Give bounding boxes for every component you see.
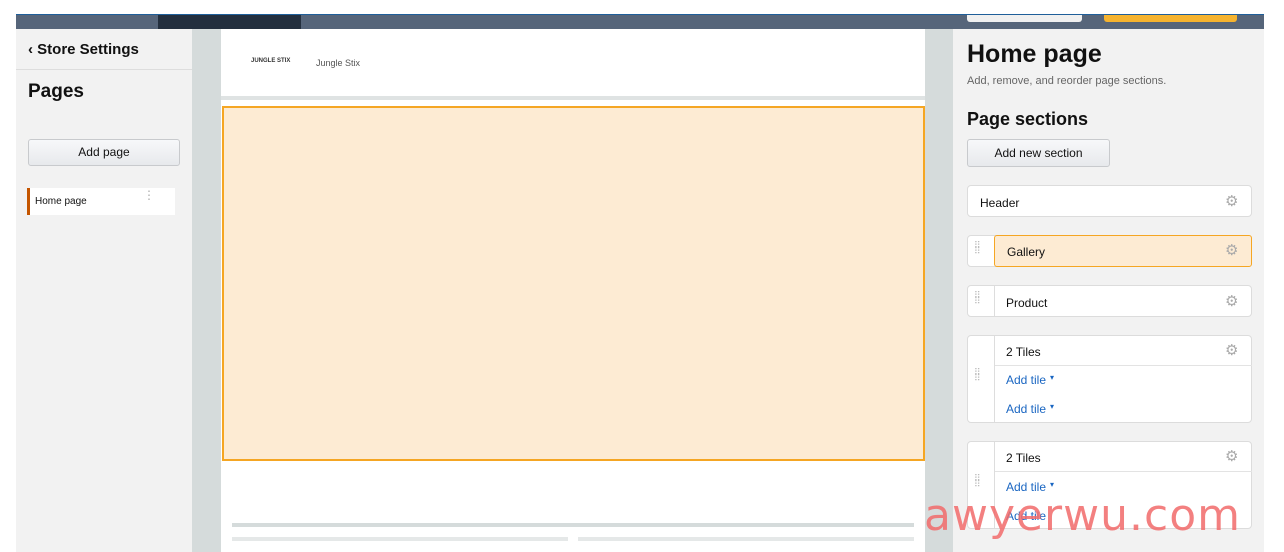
store-preview-canvas: JUNGLE STIX Jungle Stix <box>221 29 925 552</box>
divider <box>221 96 925 100</box>
section-label: 2 Tiles <box>1006 345 1041 359</box>
gear-icon[interactable]: ⚙ <box>1225 292 1238 310</box>
section-label: 2 Tiles <box>1006 451 1041 465</box>
drag-handle-icon[interactable]: ⠿ ⠿ <box>974 368 982 383</box>
publish-button[interactable] <box>1104 15 1237 22</box>
gear-icon[interactable]: ⚙ <box>1225 341 1238 359</box>
chevron-down-icon: ▾ <box>1050 480 1055 489</box>
section-2-tiles[interactable]: ⠿ ⠿ 2 Tiles ⚙ Add tile ▾ Add tile ▾ <box>967 335 1252 423</box>
page-sections-heading: Page sections <box>967 109 1089 129</box>
brand-name: Jungle Stix <box>316 58 361 68</box>
section-label: Header <box>980 196 1020 210</box>
chevron-down-icon: ▾ <box>1050 373 1055 382</box>
add-page-button[interactable]: Add page <box>28 139 180 166</box>
gallery-section-preview[interactable] <box>222 106 925 461</box>
pages-heading: Pages <box>28 81 84 102</box>
page-sections-panel: Home page Add, remove, and reorder page … <box>953 29 1264 552</box>
section-gallery[interactable]: ⠿ ⠿ Gallery ⚙ <box>967 235 1252 267</box>
section-label: Product <box>1006 296 1048 310</box>
divider <box>232 523 914 527</box>
top-nav-select[interactable] <box>967 15 1082 22</box>
add-tile-dropdown[interactable]: Add tile <box>1006 373 1046 387</box>
page-item-home[interactable]: Home page ⋮ <box>27 188 175 215</box>
gear-icon[interactable]: ⚙ <box>1225 192 1238 210</box>
drag-handle-icon[interactable]: ⠿ ⠿ <box>974 291 982 306</box>
section-label: Gallery <box>1007 245 1046 259</box>
drag-handle-icon[interactable]: ⠿ ⠿ <box>974 474 982 489</box>
pages-sidebar: ‹ Store Settings Pages Add page Home pag… <box>16 29 192 552</box>
brand-logo: JUNGLE STIX <box>251 58 291 64</box>
top-nav-active-tab[interactable] <box>158 15 301 30</box>
tile-preview[interactable] <box>232 537 568 541</box>
add-tile-dropdown[interactable]: Add tile <box>1006 402 1046 416</box>
watermark: awyerwu.com <box>924 490 1241 541</box>
section-product[interactable]: ⠿ ⠿ Product ⚙ <box>967 285 1252 317</box>
chevron-down-icon: ▾ <box>1050 402 1055 411</box>
add-new-section-button[interactable]: Add new section <box>967 139 1110 167</box>
gear-icon[interactable]: ⚙ <box>1225 447 1238 465</box>
more-options-icon[interactable]: ⋮ <box>143 189 155 201</box>
canvas-gutter <box>192 29 221 552</box>
tile-preview[interactable] <box>578 537 914 541</box>
panel-title: Home page <box>967 40 1102 68</box>
gear-icon[interactable]: ⚙ <box>1225 241 1238 259</box>
page-item-label: Home page <box>35 196 87 207</box>
back-to-store-settings[interactable]: ‹ Store Settings <box>28 41 139 58</box>
divider <box>16 69 192 70</box>
drag-handle-icon[interactable]: ⠿ ⠿ <box>974 241 982 256</box>
top-nav-bar <box>16 14 1264 30</box>
panel-subtitle: Add, remove, and reorder page sections. <box>967 75 1167 87</box>
section-header[interactable]: Header ⚙ <box>967 185 1252 217</box>
canvas-gutter <box>925 29 953 552</box>
